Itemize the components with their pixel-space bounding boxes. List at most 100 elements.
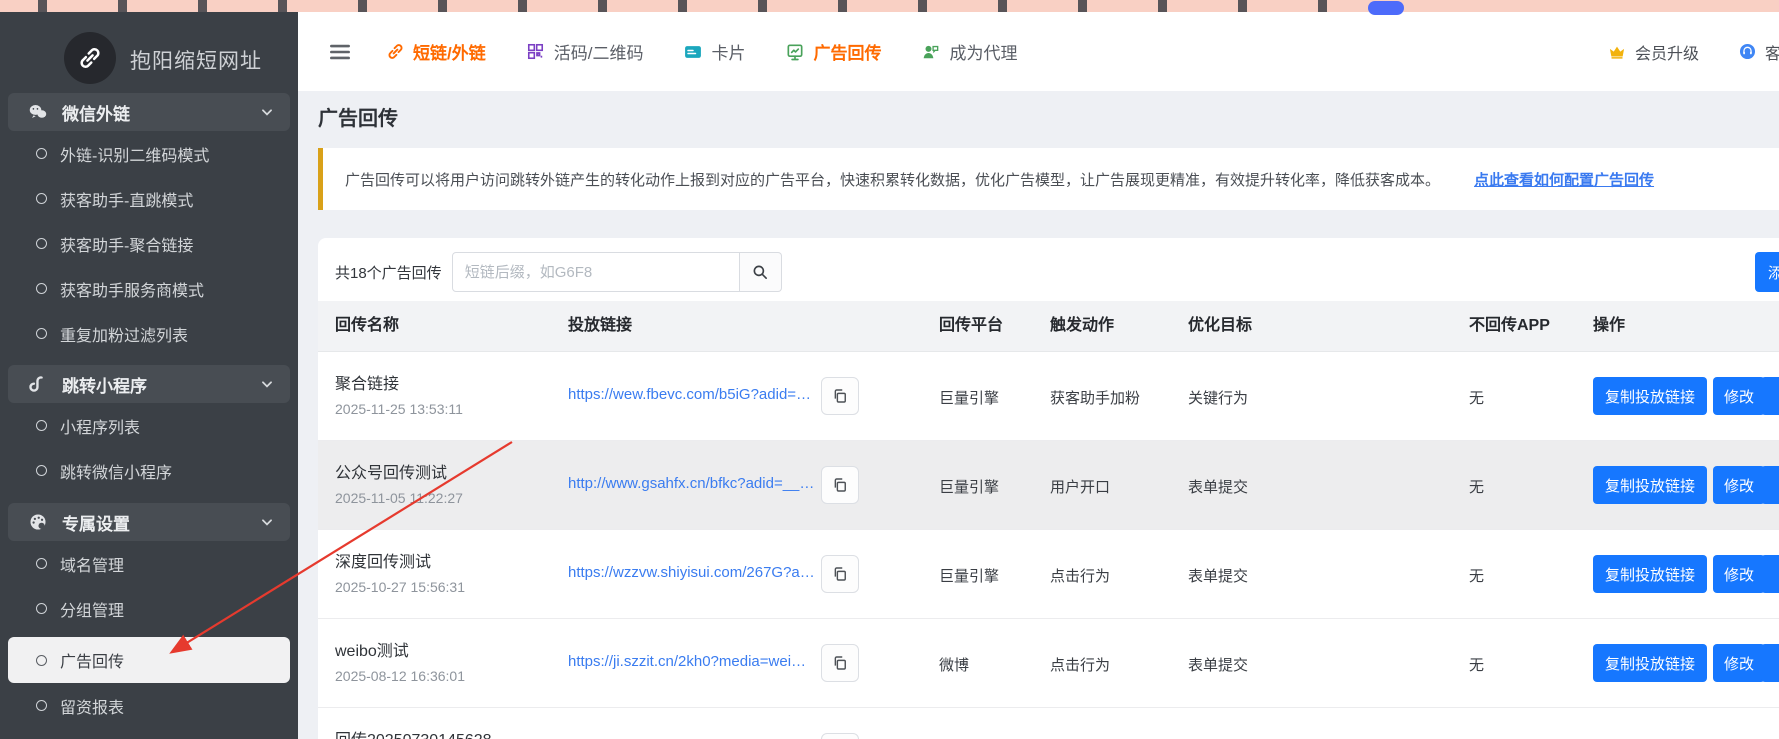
sidebar-item-qr-mode[interactable]: 外链-识别二维码模式 xyxy=(0,131,298,176)
add-callback-button[interactable]: 添 xyxy=(1755,252,1779,292)
sidebar-group-wechat-links[interactable]: 微信外链 xyxy=(8,93,290,131)
row-name: 深度回传测试 xyxy=(335,548,431,572)
copy-url-button[interactable] xyxy=(821,377,859,415)
nav-item-qr-codes[interactable]: 活码/二维码 xyxy=(526,39,644,64)
row-date: 2025-11-25 13:53:11 xyxy=(335,401,463,417)
nav-item-ad-callback[interactable]: 广告回传 xyxy=(785,39,881,64)
nav-right: 会员升级 客服 xyxy=(1607,12,1779,91)
bullet-icon xyxy=(36,148,47,159)
sidebar-group-label: 跳转小程序 xyxy=(62,372,260,397)
bullet-icon xyxy=(36,558,47,569)
row-name: 回传20250730145628 xyxy=(335,726,492,739)
chevron-down-icon xyxy=(260,515,274,529)
qr-code-icon xyxy=(526,42,546,62)
row-trigger: 获客助手加粉 xyxy=(1050,387,1140,408)
copy-link-button[interactable]: 复制投放链接 xyxy=(1593,466,1707,504)
link-icon xyxy=(385,42,405,62)
copy-url-button[interactable] xyxy=(821,733,859,739)
row-url-link[interactable]: https://wew.fbevc.com/b5iG?adid=… xyxy=(568,386,811,403)
nav-item-cards[interactable]: 卡片 xyxy=(683,39,745,64)
copy-url-button[interactable] xyxy=(821,644,859,682)
row-platform: 巨量引擎 xyxy=(939,565,999,586)
delete-button[interactable]: 删 xyxy=(1761,644,1779,682)
row-no-app: 无 xyxy=(1469,476,1484,497)
sidebar-item-mp-list[interactable]: 小程序列表 xyxy=(0,403,298,448)
crown-icon xyxy=(1607,42,1627,62)
copy-icon xyxy=(831,476,849,494)
sidebar-item-dup-filter[interactable]: 重复加粉过滤列表 xyxy=(0,311,298,356)
copy-link-button[interactable]: 复制投放链接 xyxy=(1593,644,1707,682)
row-no-app: 无 xyxy=(1469,654,1484,675)
bullet-icon xyxy=(36,420,47,431)
bullet-icon xyxy=(36,283,47,294)
nav-item-member-upgrade[interactable]: 会员升级 xyxy=(1607,40,1699,64)
search-input[interactable] xyxy=(452,252,740,292)
copy-link-button[interactable]: 复制投放链接 xyxy=(1593,377,1707,415)
row-target: 表单提交 xyxy=(1188,476,1248,497)
chevron-down-icon xyxy=(260,377,274,391)
edit-button[interactable]: 修改 xyxy=(1713,644,1765,682)
top-navbar: 短链/外链 活码/二维码 卡片 xyxy=(298,12,1779,91)
col-no-app: 不回传APP xyxy=(1469,301,1550,351)
sidebar-group-miniprogram[interactable]: 跳转小程序 xyxy=(8,365,290,403)
edit-button[interactable]: 修改 xyxy=(1713,466,1765,504)
delete-button[interactable]: 删 xyxy=(1761,377,1779,415)
sidebar-item-aggregate-link[interactable]: 获客助手-聚合链接 xyxy=(0,221,298,266)
row-url-link[interactable]: https://ji.szzit.cn/2kh0?media=wei… xyxy=(568,653,806,670)
edit-button[interactable]: 修改 xyxy=(1713,555,1765,593)
col-name: 回传名称 xyxy=(335,301,399,351)
sidebar-item-jump-wechat-mp[interactable]: 跳转微信小程序 xyxy=(0,448,298,493)
banner-help-link[interactable]: 点此查看如何配置广告回传 xyxy=(1474,169,1654,190)
bullet-icon xyxy=(36,603,47,614)
copy-icon xyxy=(831,565,849,583)
chevron-down-icon xyxy=(260,105,274,119)
nav-item-customer-service[interactable]: 客服 xyxy=(1737,40,1779,64)
copy-icon xyxy=(831,387,849,405)
palette-icon xyxy=(26,510,50,534)
table-row: 聚合链接 2025-11-25 13:53:11 https://wew.fbe… xyxy=(318,352,1779,440)
row-url-link[interactable]: https://wzzvw.shiyisui.com/267G?a… xyxy=(568,564,815,581)
sidebar-item-service-provider[interactable]: 获客助手服务商模式 xyxy=(0,266,298,311)
bullet-icon xyxy=(36,328,47,339)
bullet-icon xyxy=(36,193,47,204)
copy-link-button[interactable]: 复制投放链接 xyxy=(1593,555,1707,593)
browser-tab-strip xyxy=(0,0,1779,12)
sidebar-item-ad-callback[interactable]: 广告回传 xyxy=(8,637,290,683)
nav-item-short-links[interactable]: 短链/外链 xyxy=(385,39,486,64)
row-name: weibo测试 xyxy=(335,637,409,661)
agent-person-icon xyxy=(921,42,941,62)
sidebar: 抱阳缩短网址 微信外链 外链-识别二维码模式 获客助手-直跳模式 xyxy=(0,12,298,739)
row-date: 2025-10-27 15:56:31 xyxy=(335,579,465,595)
bullet-icon xyxy=(36,700,47,711)
copy-url-button[interactable] xyxy=(821,555,859,593)
card-icon xyxy=(683,42,703,62)
sidebar-item-lead-report[interactable]: 留资报表 xyxy=(0,683,298,728)
col-platform: 回传平台 xyxy=(939,301,1003,351)
col-url: 投放链接 xyxy=(568,301,632,351)
edit-button[interactable]: 修改 xyxy=(1713,377,1765,415)
wechat-icon xyxy=(26,100,50,124)
sidebar-group-exclusive-settings[interactable]: 专属设置 xyxy=(8,503,290,541)
sidebar-item-direct-jump[interactable]: 获客助手-直跳模式 xyxy=(0,176,298,221)
toolbar: 共18个广告回传 添 xyxy=(318,238,1779,292)
copy-url-button[interactable] xyxy=(821,466,859,504)
hamburger-menu-icon[interactable] xyxy=(327,39,353,65)
copy-icon xyxy=(831,654,849,672)
delete-button[interactable]: 删 xyxy=(1761,555,1779,593)
bullet-icon xyxy=(36,655,47,666)
logo: 抱阳缩短网址 xyxy=(0,12,298,93)
sidebar-item-domain-mgmt[interactable]: 域名管理 xyxy=(0,541,298,586)
row-no-app: 无 xyxy=(1469,565,1484,586)
table-row: 公众号回传测试 2025-11-05 11:22:27 http://www.g… xyxy=(318,440,1779,529)
nav-item-become-agent[interactable]: 成为代理 xyxy=(921,39,1017,64)
sidebar-group-label: 微信外链 xyxy=(62,100,260,125)
bullet-icon xyxy=(36,238,47,249)
sidebar-item-group-mgmt[interactable]: 分组管理 xyxy=(0,586,298,631)
row-target: 表单提交 xyxy=(1188,654,1248,675)
nav-menu: 短链/外链 活码/二维码 卡片 xyxy=(385,12,1017,91)
row-trigger: 点击行为 xyxy=(1050,654,1110,675)
search-button[interactable] xyxy=(740,252,782,292)
row-url-link[interactable]: http://www.gsahfx.cn/bfkc?adid=__… xyxy=(568,475,814,492)
delete-button[interactable]: 删 xyxy=(1761,466,1779,504)
row-trigger: 用户开口 xyxy=(1050,476,1110,497)
